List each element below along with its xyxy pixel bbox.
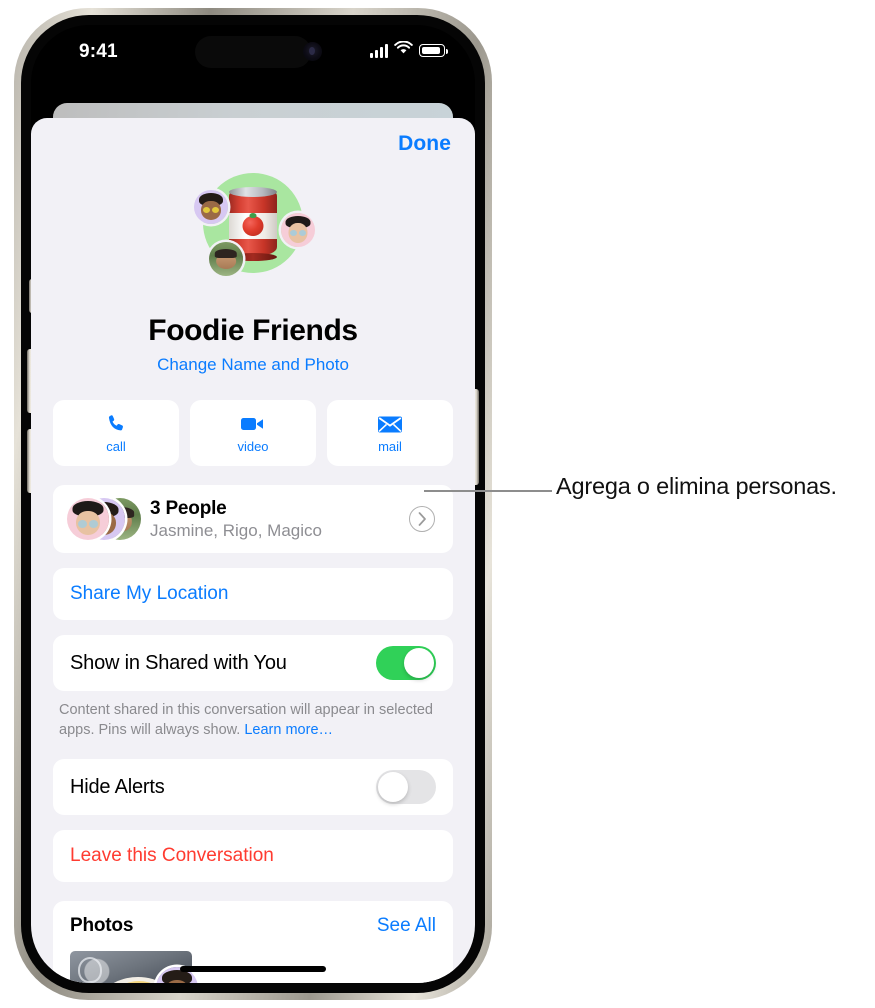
chevron-right-icon[interactable] [409, 506, 435, 532]
group-avatar-area [53, 170, 453, 312]
people-names: Jasmine, Rigo, Magico [150, 520, 322, 540]
call-button[interactable]: call [53, 400, 179, 466]
callout-leader-line [424, 490, 552, 492]
status-bar: 9:41 [31, 25, 475, 83]
iphone-screen: 9:41 Done Foodie Friends Change Name and… [31, 25, 475, 983]
shared-with-you-toggle[interactable] [376, 646, 436, 680]
leave-conversation-label: Leave this Conversation [70, 845, 274, 866]
iphone-device-frame: 9:41 Done Foodie Friends Change Name and… [14, 8, 492, 1000]
leave-conversation-card: Leave this Conversation [53, 830, 453, 882]
shared-with-you-row[interactable]: Show in Shared with You [53, 635, 453, 691]
group-details-sheet: Done Foodie Friends Change Name and Phot… [31, 118, 475, 983]
hide-alerts-toggle[interactable] [376, 770, 436, 804]
hide-alerts-card: Hide Alerts [53, 759, 453, 815]
status-bar-indicators [370, 40, 448, 60]
people-text: 3 People Jasmine, Rigo, Magico [150, 498, 322, 541]
learn-more-link[interactable]: Learn more… [244, 722, 333, 738]
cellular-signal-icon [370, 43, 388, 58]
shared-with-you-card: Show in Shared with You [53, 635, 453, 691]
phone-icon [105, 412, 127, 436]
mail-button[interactable]: mail [327, 400, 453, 466]
see-all-button[interactable]: See All [377, 915, 436, 937]
member-avatar-rigo [194, 190, 228, 224]
dynamic-island [195, 36, 311, 68]
group-name: Foodie Friends [148, 314, 358, 347]
call-button-label: call [106, 439, 126, 454]
video-camera-icon [240, 412, 266, 436]
people-card: 3 People Jasmine, Rigo, Magico [53, 485, 453, 553]
iphone-bezel: 9:41 Done Foodie Friends Change Name and… [21, 15, 485, 993]
member-avatar-jasmine [281, 213, 315, 247]
hide-alerts-row[interactable]: Hide Alerts [53, 759, 453, 815]
battery-icon [419, 44, 448, 57]
screenshot-root: 9:41 Done Foodie Friends Change Name and… [0, 0, 875, 1008]
video-button[interactable]: video [190, 400, 316, 466]
status-bar-time: 9:41 [79, 41, 118, 62]
member-avatar-stack [67, 498, 141, 540]
change-name-and-photo-link[interactable]: Change Name and Photo [53, 355, 453, 375]
done-button[interactable]: Done [398, 132, 453, 156]
people-row[interactable]: 3 People Jasmine, Rigo, Magico [53, 485, 453, 553]
shared-with-you-footnote: Content shared in this conversation will… [53, 691, 453, 740]
quick-actions-row: call video mail [53, 400, 453, 466]
callout-label: Agrega o elimina personas. [556, 473, 837, 499]
home-indicator[interactable] [180, 966, 326, 972]
hide-alerts-label: Hide Alerts [70, 775, 165, 798]
shared-with-you-label: Show in Shared with You [70, 651, 287, 674]
leave-conversation-row[interactable]: Leave this Conversation [53, 830, 453, 882]
mail-button-label: mail [378, 439, 402, 454]
avatar-jasmine [67, 498, 109, 540]
sheet-scroll-area[interactable]: Done Foodie Friends Change Name and Phot… [31, 118, 475, 983]
share-my-location-row[interactable]: Share My Location [53, 568, 453, 620]
wifi-icon [394, 40, 413, 60]
video-button-label: video [237, 439, 269, 454]
share-my-location-label: Share My Location [70, 583, 229, 604]
member-avatar-magico [209, 242, 243, 276]
share-location-card: Share My Location [53, 568, 453, 620]
photos-title: Photos [70, 915, 134, 936]
people-count: 3 People [150, 497, 227, 519]
envelope-icon [377, 412, 403, 436]
sheet-header: Done [53, 118, 453, 170]
front-camera-icon [303, 42, 322, 61]
photos-header: Photos See All [53, 901, 453, 951]
